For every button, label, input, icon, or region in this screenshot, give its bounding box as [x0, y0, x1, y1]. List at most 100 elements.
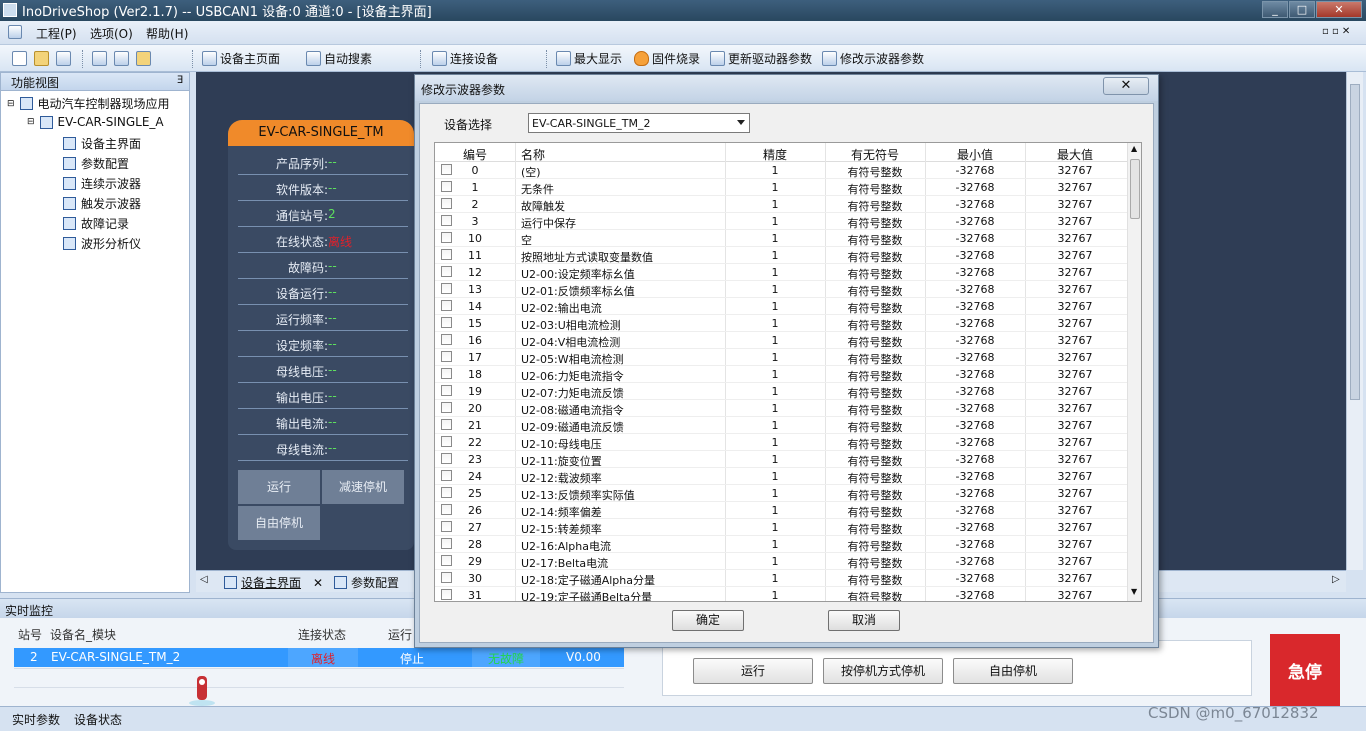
menu-help[interactable]: 帮助(H) [146, 25, 188, 42]
table-cell: 有符号整数 [847, 523, 903, 536]
table-row[interactable]: 21 U2-09:磁通电流反馈 1 有符号整数 -32768 32767 [435, 417, 1127, 434]
table-cell: 32767 [1057, 317, 1093, 330]
modify-scope-params-button[interactable]: 修改示波器参数 [818, 48, 928, 69]
close-window-button[interactable]: ✕ [1316, 1, 1362, 18]
table-cell: -32768 [955, 283, 995, 296]
table-row[interactable]: 26 U2-14:频率偏差 1 有符号整数 -32768 32767 [435, 502, 1127, 519]
pin-icon[interactable]: ⴺ [177, 75, 183, 86]
table-row[interactable]: 11 按照地址方式读取变量数值 1 有符号整数 -32768 32767 [435, 247, 1127, 264]
table-row[interactable]: 18 U2-06:力矩电流指令 1 有符号整数 -32768 32767 [435, 366, 1127, 383]
table-row[interactable]: 28 U2-16:Alpha电流 1 有符号整数 -32768 32767 [435, 536, 1127, 553]
tools-icon[interactable] [88, 48, 111, 69]
tree-item-fault-log[interactable]: 故障记录 [63, 215, 129, 232]
card-run-button[interactable]: 运行 [238, 470, 320, 504]
dialog-close-button[interactable]: ✕ [1103, 77, 1149, 95]
tab-main[interactable]: 设备主界面 ✕ [224, 574, 323, 591]
grid-icon [63, 157, 76, 170]
table-cell: 27 [468, 521, 482, 534]
cancel-button[interactable]: 取消 [828, 610, 900, 631]
table-cell: 有符号整数 [847, 438, 903, 451]
tree-item-wave-analyzer[interactable]: 波形分析仪 [63, 235, 141, 252]
fault-status-badge: 无故障 [472, 648, 540, 667]
card-decel-stop-button[interactable]: 减速停机 [322, 470, 404, 504]
tree-item-continuous-scope[interactable]: 连续示波器 [63, 175, 141, 192]
table-row[interactable]: 0 (空) 1 有符号整数 -32768 32767 [435, 162, 1127, 179]
card-free-stop-button[interactable]: 自由停机 [238, 506, 320, 540]
new-file-icon[interactable] [8, 48, 31, 69]
table-row[interactable]: 20 U2-08:磁通电流指令 1 有符号整数 -32768 32767 [435, 400, 1127, 417]
table-cell: 1 [771, 317, 779, 330]
device-select[interactable]: EV-CAR-SINGLE_TM_2 [528, 113, 750, 133]
table-cell: 29 [468, 555, 482, 568]
table-row[interactable]: 10 空 1 有符号整数 -32768 32767 [435, 230, 1127, 247]
table-row[interactable]: 16 U2-04:V相电流检测 1 有符号整数 -32768 32767 [435, 332, 1127, 349]
waveform-icon [63, 197, 76, 210]
tab-scroll-right-icon[interactable]: ▷ [1332, 574, 1340, 585]
table-row[interactable]: 31 U2-19:定子磁通Belta分量 1 有符号整数 -32768 32767 [435, 587, 1127, 601]
table-row[interactable]: 27 U2-15:转差频率 1 有符号整数 -32768 32767 [435, 519, 1127, 536]
table-row[interactable]: 2 故障触发 1 有符号整数 -32768 32767 [435, 196, 1127, 213]
table-cell: 有符号整数 [847, 455, 903, 468]
col-conn: 连接状态 [298, 628, 347, 642]
tab-device-status[interactable]: 设备状态 [74, 711, 122, 728]
table-row[interactable]: 2 EV-CAR-SINGLE_TM_2 离线 停止 无故障 V0.00 [14, 648, 624, 667]
table-row[interactable]: 12 U2-00:设定频率标幺值 1 有符号整数 -32768 32767 [435, 264, 1127, 281]
tab-params[interactable]: 参数配置 [334, 574, 399, 591]
table-cell: -32768 [955, 538, 995, 551]
tree-item-main[interactable]: 设备主界面 [63, 135, 141, 152]
table-row[interactable]: 14 U2-02:输出电流 1 有符号整数 -32768 32767 [435, 298, 1127, 315]
table-row[interactable]: 30 U2-18:定子磁通Alpha分量 1 有符号整数 -32768 32767 [435, 570, 1127, 587]
auto-search-button[interactable]: 自动搜素 [302, 48, 376, 69]
firmware-burn-button[interactable]: 固件烧录 [630, 48, 704, 69]
monitor-run-button[interactable]: 运行 [693, 658, 813, 684]
mdi-controls-icon[interactable]: ▫ ▫ ✕ [1322, 26, 1350, 37]
monitor-free-stop-button[interactable]: 自由停机 [953, 658, 1073, 684]
table-row[interactable]: 22 U2-10:母线电压 1 有符号整数 -32768 32767 [435, 434, 1127, 451]
table-row[interactable]: 3 运行中保存 1 有符号整数 -32768 32767 [435, 213, 1127, 230]
menu-project[interactable]: 工程(P) [36, 25, 77, 42]
table-cell: 1 [771, 521, 779, 534]
monitor-icon[interactable] [110, 48, 133, 69]
connect-device-button[interactable]: 连接设备 [428, 48, 502, 69]
flame-icon [634, 51, 649, 66]
open-folder-icon[interactable] [30, 48, 53, 69]
minimize-button[interactable]: _ [1262, 1, 1288, 18]
table-cell: -32768 [955, 164, 995, 177]
table-cell: 有符号整数 [847, 574, 903, 587]
table-cell: 30 [468, 572, 482, 585]
maximize-display-button[interactable]: 最大显示 [552, 48, 626, 69]
table-cell: 2 [471, 198, 479, 211]
tab-realtime-params[interactable]: 实时参数 [12, 711, 60, 728]
table-cell: 32767 [1057, 351, 1093, 364]
tab-close-icon[interactable]: ✕ [313, 576, 323, 590]
main-scrollbar[interactable] [1346, 72, 1363, 570]
chart-icon [822, 51, 837, 66]
tree-item-trigger-scope[interactable]: 触发示波器 [63, 195, 141, 212]
table-row[interactable]: 19 U2-07:力矩电流反馈 1 有符号整数 -32768 32767 [435, 383, 1127, 400]
table-row[interactable]: 23 U2-11:旋变位置 1 有符号整数 -32768 32767 [435, 451, 1127, 468]
ok-button[interactable]: 确定 [672, 610, 744, 631]
settings-icon[interactable] [132, 48, 155, 69]
table-row[interactable]: 17 U2-05:W相电流检测 1 有符号整数 -32768 32767 [435, 349, 1127, 366]
table-row[interactable]: 24 U2-12:载波频率 1 有符号整数 -32768 32767 [435, 468, 1127, 485]
table-row[interactable]: 25 U2-13:反馈频率实际值 1 有符号整数 -32768 32767 [435, 485, 1127, 502]
home-page-button[interactable]: 设备主页面 [198, 48, 284, 69]
table-cell: 1 [771, 249, 779, 262]
table-row[interactable]: 13 U2-01:反馈频率标幺值 1 有符号整数 -32768 32767 [435, 281, 1127, 298]
table-cell: 14 [468, 300, 482, 313]
stop-mode-button[interactable]: 按停机方式停机 [823, 658, 943, 684]
table-cell: -32768 [955, 232, 995, 245]
menu-options[interactable]: 选项(O) [90, 25, 133, 42]
save-icon[interactable] [52, 48, 75, 69]
table-row[interactable]: 29 U2-17:Belta电流 1 有符号整数 -32768 32767 [435, 553, 1127, 570]
table-scrollbar[interactable]: ▲ ▼ [1127, 143, 1141, 601]
table-row[interactable]: 1 无条件 1 有符号整数 -32768 32767 [435, 179, 1127, 196]
tree-item-params[interactable]: 参数配置 [63, 155, 129, 172]
table-row[interactable]: 15 U2-03:U相电流检测 1 有符号整数 -32768 32767 [435, 315, 1127, 332]
emergency-stop-button[interactable]: 急停 [1270, 634, 1340, 710]
restore-button[interactable]: □ [1289, 1, 1315, 18]
tree-root[interactable]: ⊟ 电动汽车控制器现场应用 [7, 95, 170, 112]
update-driver-params-button[interactable]: 更新驱动器参数 [706, 48, 816, 69]
tab-scroll-left-icon[interactable]: ◁ [200, 574, 208, 585]
tree-device[interactable]: ⊟ EV-CAR-SINGLE_A [27, 115, 164, 129]
